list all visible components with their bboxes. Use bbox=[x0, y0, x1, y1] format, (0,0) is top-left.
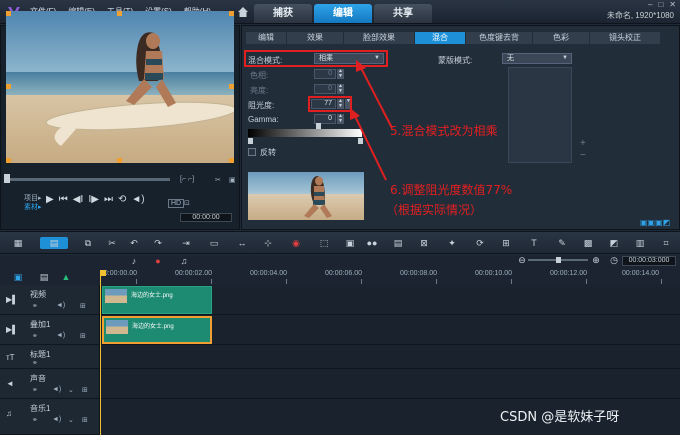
track-settings-icon[interactable]: ⊞ bbox=[80, 332, 86, 340]
undo-icon[interactable]: ↶ bbox=[128, 237, 140, 249]
video-track-icon: ▶▌ bbox=[6, 295, 18, 304]
timeline-ruler[interactable]: 00:00:00.00 00:00:02.00 00:00:04.00 00:0… bbox=[98, 270, 680, 284]
track-header-overlay: ▶▌ 叠加1 ⚭ ◄) ⊞ bbox=[0, 315, 99, 345]
link-icon[interactable]: ⚭ bbox=[32, 386, 38, 394]
annotation-step6-line1: 6.调整阻光度数值77% bbox=[390, 183, 513, 197]
track-options-icon[interactable]: ▤ bbox=[38, 271, 50, 283]
auto-music-icon[interactable]: ♫ bbox=[178, 255, 190, 267]
fit-timeline-icon[interactable]: ◷ bbox=[608, 254, 620, 266]
more-tools-icon[interactable]: ⌗ bbox=[660, 237, 672, 249]
expand-icon[interactable]: ⌄ bbox=[68, 416, 74, 424]
track-name: 声音 bbox=[30, 374, 46, 383]
track-name: 音乐1 bbox=[30, 404, 51, 413]
ruler-label: 00:00:02.00 bbox=[175, 270, 212, 277]
track-name: 叠加1 bbox=[30, 320, 51, 329]
track-name: 视频 bbox=[30, 290, 46, 299]
timeline-view-icon[interactable]: ▤ bbox=[40, 237, 68, 249]
rotate-icon[interactable]: ⟳ bbox=[474, 237, 486, 249]
playhead-line bbox=[100, 276, 101, 435]
link-icon[interactable]: ⚭ bbox=[32, 416, 38, 424]
mute-icon[interactable]: ◄) bbox=[52, 416, 61, 423]
track-settings-icon[interactable]: ⊞ bbox=[82, 416, 88, 424]
ruler-label: 00:00:04.00 bbox=[250, 270, 287, 277]
color-grading-icon[interactable]: ▩ bbox=[582, 237, 594, 249]
ruler-label: 00:00:08.00 bbox=[400, 270, 437, 277]
track-header-voice: ◄ 声音 ⚭ ◄) ⌄ ⊞ bbox=[0, 369, 99, 399]
expand-icon[interactable]: ⌄ bbox=[68, 386, 74, 394]
video-clip[interactable]: 海边的女士.png bbox=[102, 286, 212, 314]
tracking-icon[interactable]: ◉ bbox=[290, 237, 302, 249]
record-audio-icon[interactable]: ♪ bbox=[128, 255, 140, 267]
annotation-step5: 5.混合模式改为相乘 bbox=[390, 124, 498, 138]
track-header-video: ▶▌ 视频 ⚭ ◄) ⊞ bbox=[0, 285, 99, 315]
track-header-title: ᴛT 标题1 ⚭ bbox=[0, 345, 99, 369]
paint-icon[interactable]: ✎ bbox=[556, 237, 568, 249]
clip-label: 海边的女士.png bbox=[131, 293, 173, 299]
title-track-lane[interactable] bbox=[101, 345, 680, 369]
show-all-tracks-icon[interactable]: ▣ bbox=[12, 271, 24, 283]
storyboard-view-icon[interactable]: ▦ bbox=[12, 237, 24, 249]
mute-icon[interactable]: ◄) bbox=[56, 332, 65, 339]
ruler-label: 00:00:10.00 bbox=[475, 270, 512, 277]
link-icon[interactable]: ⚭ bbox=[32, 302, 38, 310]
motion-icon[interactable]: ⊹ bbox=[262, 237, 274, 249]
ruler-label: 00:00:06.00 bbox=[325, 270, 362, 277]
add-track-icon[interactable]: ▲ bbox=[60, 271, 72, 283]
track-settings-icon[interactable]: ⊞ bbox=[80, 302, 86, 310]
multicam-icon[interactable]: ▣ bbox=[344, 237, 356, 249]
voice-track-icon: ◄ bbox=[6, 379, 14, 388]
watermark: CSDN @是软妹子呀 bbox=[500, 410, 620, 425]
zoom-slider-handle[interactable] bbox=[556, 257, 561, 263]
subtitle-icon[interactable]: ▤ bbox=[392, 237, 404, 249]
screen-capture-icon[interactable]: ▭ bbox=[208, 237, 220, 249]
track-headers: ▶▌ 视频 ⚭ ◄) ⊞ ▶▌ 叠加1 ⚭ ◄) ⊞ ᴛT 标题1 ⚭ ◄ 声音… bbox=[0, 285, 100, 435]
pan-zoom-icon[interactable]: ⊞ bbox=[500, 237, 512, 249]
annotation-step6-line2: （根据实际情况） bbox=[386, 203, 483, 217]
speed-icon[interactable]: ⊠ bbox=[418, 237, 430, 249]
mute-icon[interactable]: ◄) bbox=[56, 302, 65, 309]
cut-icon[interactable]: ✂ bbox=[106, 237, 118, 249]
video-track-lane[interactable]: 海边的女士.png bbox=[101, 285, 680, 315]
overlay-track-icon: ▶▌ bbox=[6, 325, 18, 334]
clip-thumbnail bbox=[105, 289, 127, 303]
clip-label: 海边的女士.png bbox=[132, 324, 174, 330]
mute-icon[interactable]: ◄) bbox=[52, 386, 61, 393]
ruler-label: 00:00:14.00 bbox=[622, 270, 659, 277]
audio-icon[interactable]: ▥ bbox=[634, 237, 646, 249]
overlay-clip[interactable]: 海边的女士.png bbox=[102, 316, 212, 344]
title-icon[interactable]: T bbox=[528, 237, 540, 249]
audio-ducking-icon[interactable]: ●● bbox=[366, 237, 378, 249]
track-settings-icon[interactable]: ⊞ bbox=[82, 386, 88, 394]
link-icon[interactable]: ⚭ bbox=[32, 359, 38, 367]
timeline-toolbar: ▦ ▤ ⧉ ✂ ↶ ↷ ⇥ ▭ ↔ ⊹ ◉ ⬚ ▣ ●● ▤ ⊠ ✦ ⟳ ⊞ T… bbox=[0, 231, 680, 254]
music-track-icon: ♫ bbox=[6, 409, 12, 418]
overlay-track-lane[interactable]: 海边的女士.png bbox=[101, 315, 680, 345]
record-capture-icon[interactable]: ⇥ bbox=[180, 237, 192, 249]
magic-icon[interactable]: ✦ bbox=[446, 237, 458, 249]
track-manager-icon[interactable]: ⧉ bbox=[82, 237, 94, 249]
mask-creator-icon[interactable]: ⬚ bbox=[318, 237, 330, 249]
voice-track-lane[interactable] bbox=[101, 369, 680, 399]
track-header-music: ♫ 音乐1 ⚭ ◄) ⌄ ⊞ bbox=[0, 399, 99, 435]
fit-icon[interactable]: ↔ bbox=[236, 237, 248, 249]
stabilize-icon[interactable]: ◩ bbox=[608, 237, 620, 249]
zoom-in-icon[interactable]: ⊕ bbox=[590, 254, 602, 266]
zoom-out-icon[interactable]: ⊖ bbox=[516, 254, 528, 266]
link-icon[interactable]: ⚭ bbox=[32, 332, 38, 340]
ruler-label: 00:00:12.00 bbox=[550, 270, 587, 277]
timeline-timecode[interactable]: 00:00:03:000 bbox=[622, 256, 676, 266]
clip-thumbnail bbox=[106, 320, 128, 334]
redo-icon[interactable]: ↷ bbox=[152, 237, 164, 249]
microphone-icon[interactable]: ● bbox=[152, 255, 164, 267]
title-track-icon: ᴛT bbox=[6, 353, 15, 362]
